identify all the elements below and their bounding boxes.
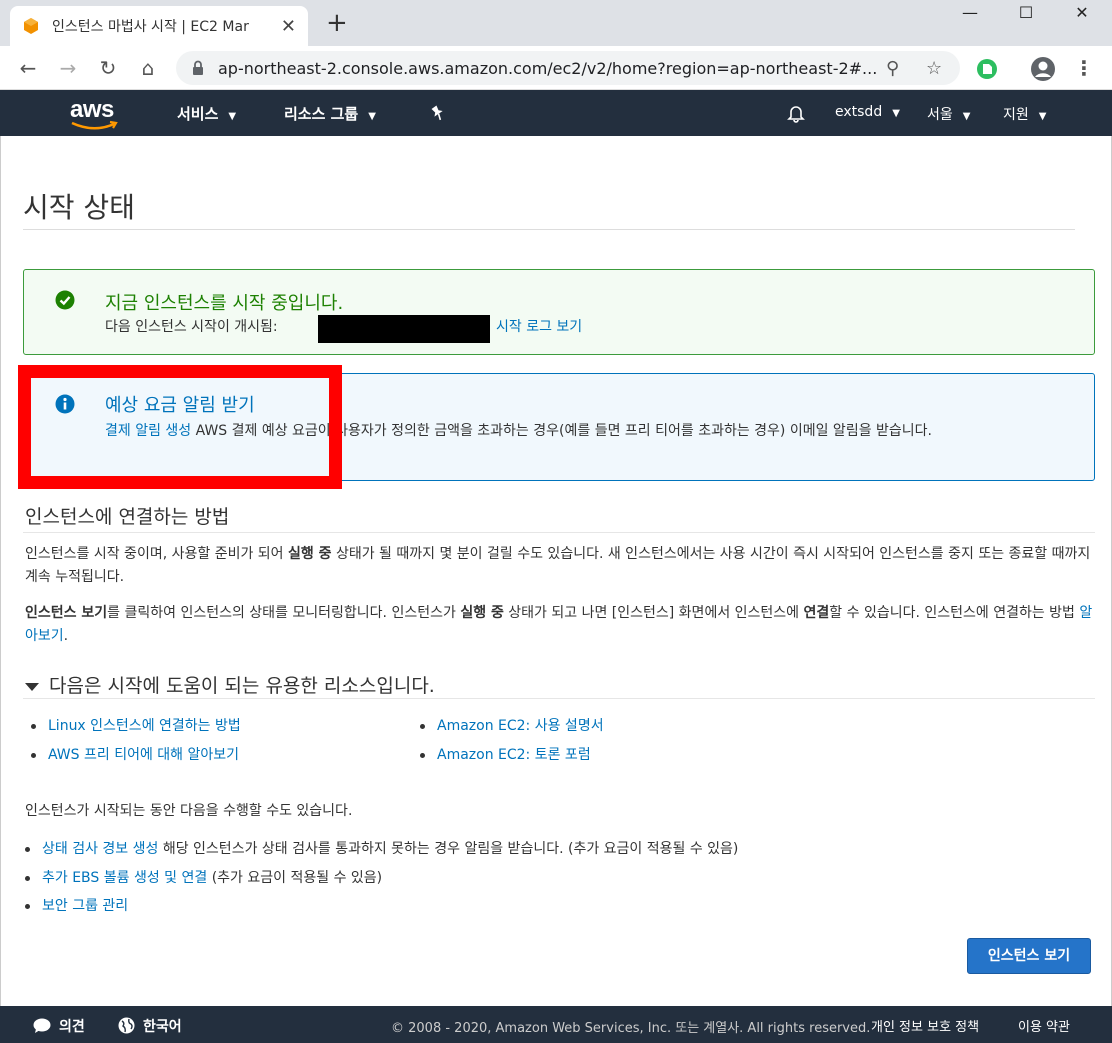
copyright-text: © 2008 - 2020, Amazon Web Services, Inc.…: [391, 1021, 871, 1036]
maximize-icon[interactable]: ☐: [998, 0, 1054, 28]
support-menu[interactable]: 지원 ▼: [1003, 104, 1046, 124]
resources-section-toggle[interactable]: 다음은 시작에 도움이 되는 유용한 리소스입니다.: [25, 671, 435, 698]
create-ebs-volume-link[interactable]: 추가 EBS 볼륨 생성 및 연결: [42, 870, 207, 886]
todo-item: 상태 검사 경보 생성 해당 인스턴스가 상태 검사를 통과하지 못하는 경우 …: [25, 838, 738, 858]
close-window-icon[interactable]: ✕: [1054, 0, 1110, 28]
view-launch-log-link[interactable]: 시작 로그 보기: [496, 316, 582, 336]
browser-tabstrip: 인스턴스 마법사 시작 | EC2 Mar ✕ + — ☐ ✕: [0, 0, 1112, 46]
todo-item: 보안 그룹 관리: [25, 895, 128, 915]
aws-logo[interactable]: aws: [70, 96, 118, 130]
notification-bell-icon[interactable]: [786, 103, 806, 123]
chevron-down-icon: ▼: [892, 108, 900, 119]
browser-tab[interactable]: 인스턴스 마법사 시작 | EC2 Mar ✕: [10, 6, 308, 46]
main-content: 시작 상태 지금 인스턴스를 시작 중입니다. 다음 인스턴스 시작이 개시됨:…: [0, 136, 1112, 1006]
tab-title: 인스턴스 마법사 시작 | EC2 Mar: [52, 19, 249, 35]
check-circle-icon: [55, 290, 75, 310]
redacted-instance-id: [318, 315, 490, 343]
success-title: 지금 인스턴스를 시작 중입니다.: [105, 293, 344, 314]
connect-section-title: 인스턴스에 연결하는 방법: [25, 506, 230, 528]
terms-link[interactable]: 이용 약관: [1018, 1016, 1070, 1035]
address-bar[interactable]: ap-northeast-2.console.aws.amazon.com/ec…: [176, 51, 960, 85]
lock-icon: [193, 60, 203, 75]
aws-top-nav: aws 서비스 ▼ 리소스 그룹 ▼ extsdd ▼ 서울 ▼ 지원 ▼: [0, 90, 1112, 136]
resource-link[interactable]: Amazon EC2: 토론 포럼: [420, 744, 591, 764]
services-menu[interactable]: 서비스 ▼: [177, 103, 236, 124]
connect-paragraph-2: 인스턴스 보기를 클릭하여 인스턴스의 상태를 모니터링합니다. 인스턴스가 실…: [25, 605, 1093, 644]
privacy-policy-link[interactable]: 개인 정보 보호 정책: [871, 1016, 979, 1035]
resource-link[interactable]: AWS 프리 티어에 대해 알아보기: [31, 744, 239, 764]
connect-paragraph-1: 인스턴스를 시작 중이며, 사용할 준비가 되어 실행 중 상태가 될 때까지 …: [25, 546, 1091, 585]
globe-icon: [118, 1017, 135, 1034]
chevron-down-icon: ▼: [1038, 111, 1047, 122]
aws-footer: 의견 한국어 © 2008 - 2020, Amazon Web Service…: [0, 1006, 1112, 1043]
caret-down-icon: [25, 682, 39, 691]
aws-smile-icon: [71, 120, 118, 130]
resource-link[interactable]: Linux 인스턴스에 연결하는 방법: [31, 715, 241, 735]
view-instances-button[interactable]: 인스턴스 보기: [967, 938, 1091, 974]
resource-groups-menu[interactable]: 리소스 그룹 ▼: [284, 103, 376, 124]
divider: [23, 229, 1075, 230]
speech-bubble-icon: [33, 1018, 51, 1033]
page-title: 시작 상태: [23, 191, 135, 224]
chevron-down-icon: ▼: [228, 111, 237, 122]
url-text: ap-northeast-2.console.aws.amazon.com/ec…: [218, 59, 878, 78]
account-menu[interactable]: extsdd ▼: [835, 104, 900, 120]
profile-avatar-icon[interactable]: [1030, 56, 1056, 82]
minimize-icon[interactable]: —: [942, 0, 998, 28]
todo-title: 인스턴스가 시작되는 동안 다음을 수행할 수도 있습니다.: [25, 803, 353, 819]
browser-toolbar: ← → ↻ ⌂ ap-northeast-2.console.aws.amazo…: [0, 46, 1112, 90]
region-menu[interactable]: 서울 ▼: [927, 104, 970, 124]
manage-security-groups-link[interactable]: 보안 그룹 관리: [42, 898, 128, 914]
tab-close-icon[interactable]: ✕: [281, 16, 296, 37]
todo-item: 추가 EBS 볼륨 생성 및 연결 (추가 요금이 적용될 수 있음): [25, 867, 382, 887]
zoom-icon[interactable]: ⚲: [886, 58, 899, 79]
language-selector[interactable]: 한국어: [118, 1016, 182, 1036]
chevron-down-icon: ▼: [962, 111, 971, 122]
evernote-extension-icon[interactable]: [976, 58, 998, 80]
success-alert: 지금 인스턴스를 시작 중입니다. 다음 인스턴스 시작이 개시됨: 시작 로그…: [23, 269, 1095, 355]
bookmark-star-icon[interactable]: ☆: [926, 58, 942, 79]
forward-icon[interactable]: →: [54, 54, 82, 82]
divider: [23, 698, 1095, 699]
divider: [23, 532, 1095, 533]
chevron-down-icon: ▼: [368, 111, 376, 122]
highlight-box: [18, 365, 342, 489]
feedback-link[interactable]: 의견: [33, 1016, 85, 1036]
pin-icon[interactable]: [429, 104, 447, 122]
resource-link[interactable]: Amazon EC2: 사용 설명서: [420, 715, 604, 735]
new-tab-icon[interactable]: +: [326, 8, 348, 38]
home-icon[interactable]: ⌂: [134, 54, 162, 82]
reload-icon[interactable]: ↻: [94, 54, 122, 82]
success-message: 다음 인스턴스 시작이 개시됨:: [105, 319, 278, 335]
browser-menu-icon[interactable]: ⋮: [1070, 54, 1098, 82]
create-status-check-alarm-link[interactable]: 상태 검사 경보 생성: [42, 841, 158, 857]
back-icon[interactable]: ←: [14, 54, 42, 82]
aws-favicon-icon: [24, 18, 38, 34]
